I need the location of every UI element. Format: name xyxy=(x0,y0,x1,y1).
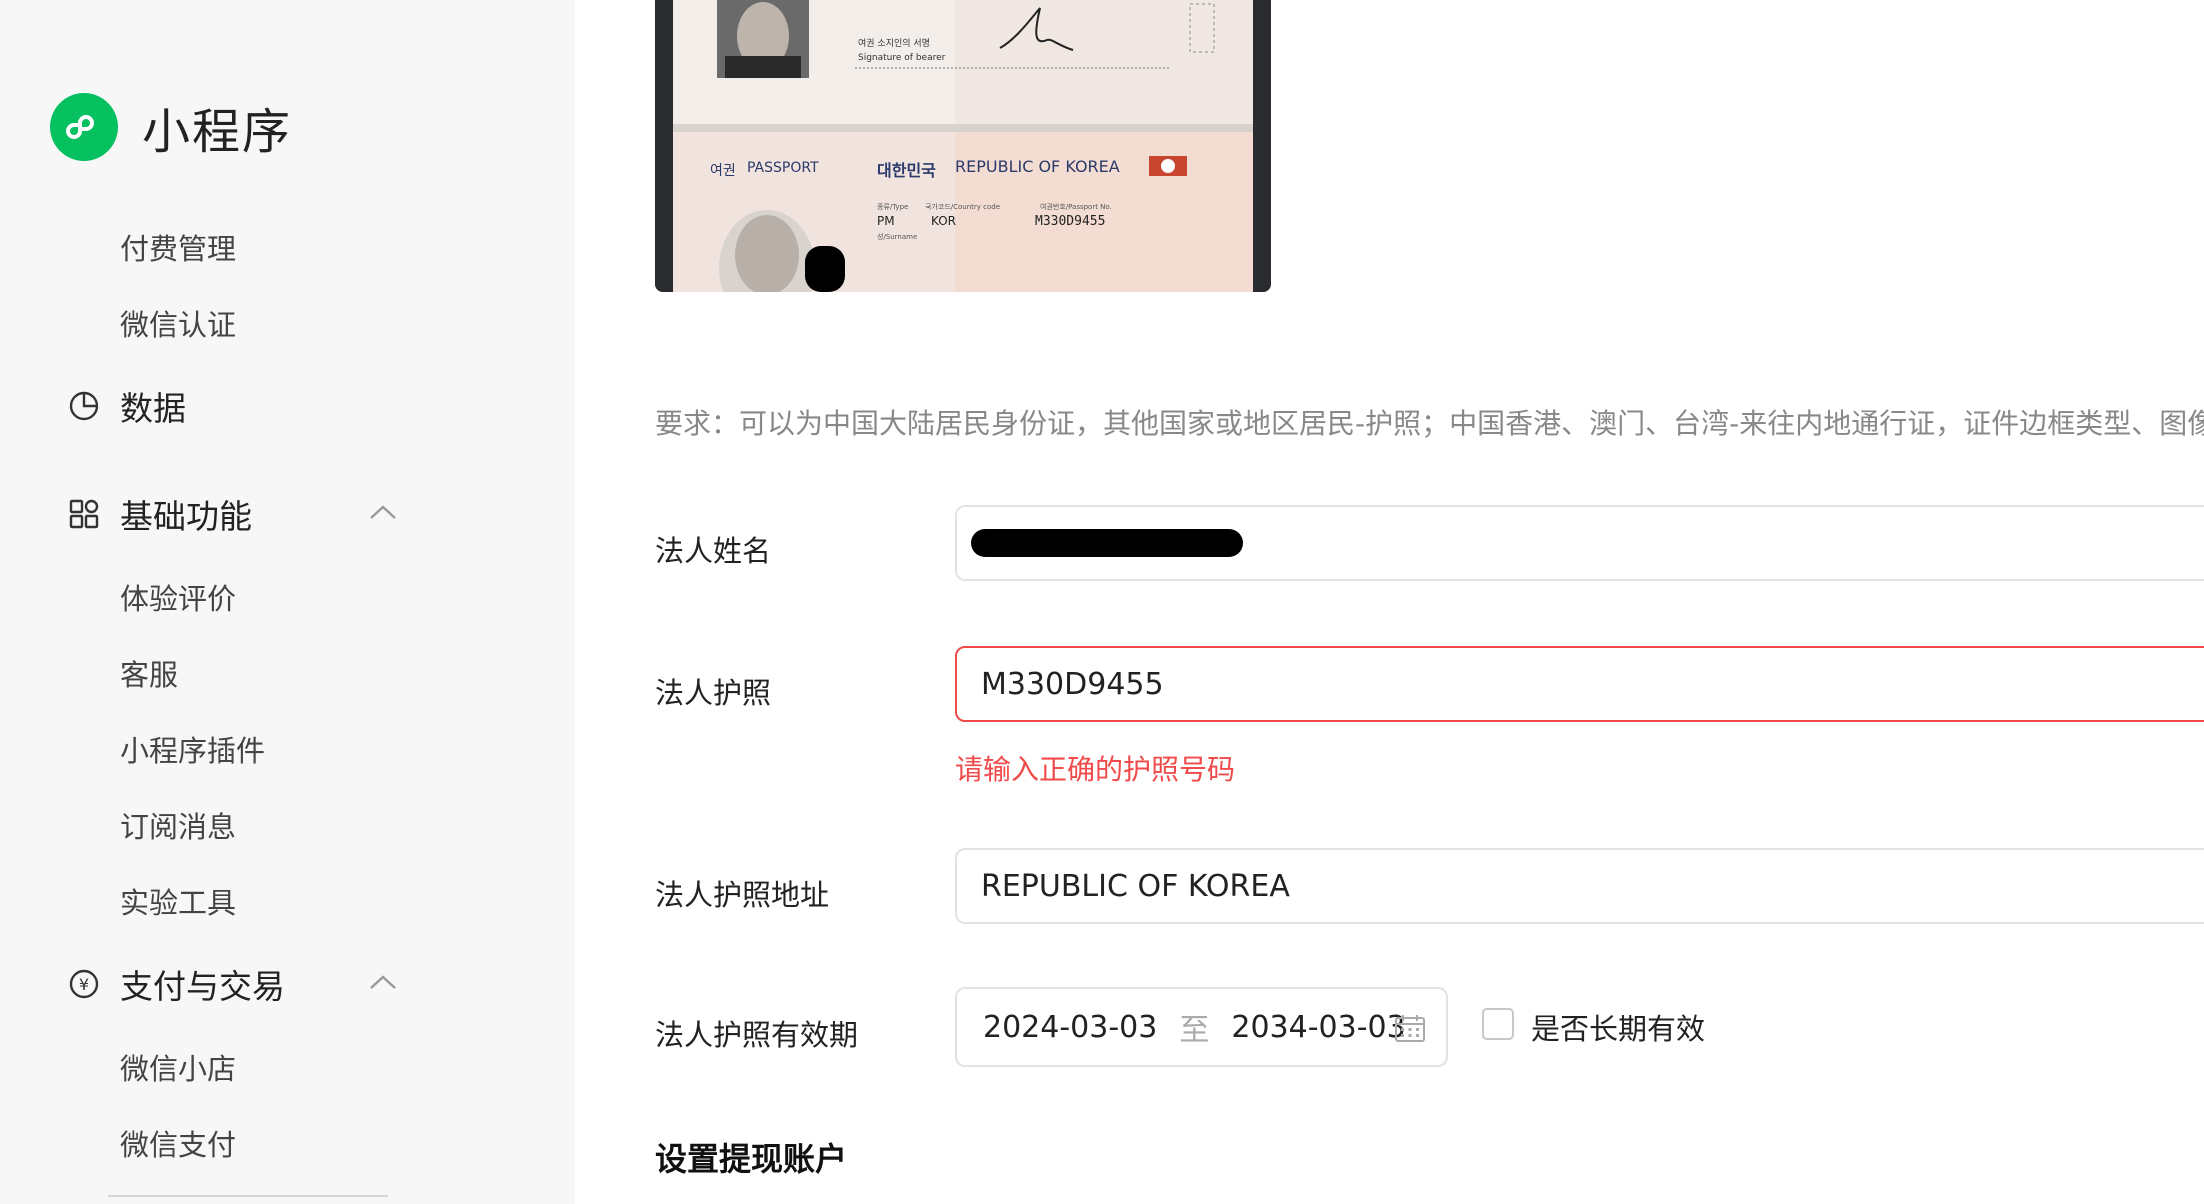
chevron-up-icon[interactable] xyxy=(368,972,398,992)
sidebar-item-wechat-verification[interactable]: 微信认证 xyxy=(120,302,236,344)
requirement-text: 要求：可以为中国大陆居民身份证，其他国家或地区居民-护照；中国香港、澳门、台湾-… xyxy=(655,407,2204,440)
main-content: 여권 소지인의 서명 Signature of bearer 여권 PASSPO… xyxy=(575,0,2204,1204)
passport-address-label: 法人护照地址 xyxy=(655,878,830,912)
sidebar-divider xyxy=(108,1195,388,1197)
sidebar-group-basic-features[interactable]: 基础功能 xyxy=(66,490,252,538)
sidebar-item-paid-management[interactable]: 付费管理 xyxy=(120,226,236,268)
date-end[interactable]: 2034-03-03 xyxy=(1231,1010,1405,1045)
date-separator: 至 xyxy=(1179,1013,1210,1048)
passport-type-value: PM xyxy=(877,214,895,228)
passport-header-en: PASSPORT xyxy=(747,160,819,176)
passport-number-label: 여권번호/Passport No. xyxy=(1040,203,1112,211)
passport-country-en: REPUBLIC OF KOREA xyxy=(955,157,1120,176)
sidebar-item-wechat-shop[interactable]: 微信小店 xyxy=(120,1046,236,1088)
passport-header-kr: 여권 xyxy=(710,163,736,179)
sidebar-item-subscription-messages[interactable]: 订阅消息 xyxy=(120,804,236,846)
long-term-checkbox[interactable] xyxy=(1482,1008,1514,1040)
passport-input[interactable]: M330D9455 xyxy=(955,646,2204,722)
sidebar-item-mini-program-plugin[interactable]: 小程序插件 xyxy=(120,728,265,770)
passport-label: 法人护照 xyxy=(655,676,772,710)
sidebar: 小程序 付费管理 微信认证 数据 基础功能 体验评价 客服 小程序插件 订阅消息… xyxy=(0,0,575,1204)
sidebar-group-label: 基础功能 xyxy=(120,497,252,536)
passport-surname-label: 성/Surname xyxy=(877,233,918,241)
yen-coin-icon: ¥ xyxy=(66,966,102,1002)
redaction-mark xyxy=(971,529,1243,557)
brand[interactable]: 小程序 xyxy=(50,92,292,162)
sidebar-group-payment[interactable]: ¥ 支付与交易 xyxy=(66,960,285,1008)
sidebar-group-label: 数据 xyxy=(120,389,186,428)
passport-signature-label-en: Signature of bearer xyxy=(858,53,946,63)
calendar-icon[interactable] xyxy=(1394,1013,1426,1043)
passport-country-code-label: 국가코드/Country code xyxy=(925,203,1001,211)
passport-type-label: 종류/Type xyxy=(877,203,909,211)
validity-label: 法人护照有效期 xyxy=(655,1018,859,1052)
passport-input-value: M330D9455 xyxy=(981,666,1164,702)
long-term-checkbox-label[interactable]: 是否长期有效 xyxy=(1531,1006,1705,1048)
sidebar-group-label: 支付与交易 xyxy=(120,967,285,1006)
mini-program-logo-icon xyxy=(50,93,118,161)
chevron-up-icon[interactable] xyxy=(368,502,398,522)
passport-country-value: KOR xyxy=(931,214,956,228)
passport-image: 여권 소지인의 서명 Signature of bearer 여권 PASSPO… xyxy=(655,0,1271,292)
passport-error-message: 请输入正确的护照号码 xyxy=(955,753,1236,786)
pie-chart-icon xyxy=(66,388,102,424)
sidebar-item-experience-rating[interactable]: 体验评价 xyxy=(120,576,236,618)
sidebar-item-wechat-pay[interactable]: 微信支付 xyxy=(120,1122,236,1164)
section-title-withdrawal-account: 设置提现账户 xyxy=(655,1140,848,1178)
app-title: 小程序 xyxy=(142,104,293,160)
validity-date-range-picker[interactable]: 2024-03-03 至 2034-03-03 xyxy=(955,987,1448,1067)
grid-apps-icon xyxy=(66,496,102,532)
passport-country-kr: 대한민국 xyxy=(877,161,936,180)
sidebar-item-customer-service[interactable]: 客服 xyxy=(120,652,178,694)
passport-signature-label-kr: 여권 소지인의 서명 xyxy=(858,39,930,49)
date-start[interactable]: 2024-03-03 xyxy=(983,1010,1157,1045)
name-input[interactable] xyxy=(955,505,2204,581)
sidebar-group-data[interactable]: 数据 xyxy=(66,382,186,430)
svg-text:¥: ¥ xyxy=(79,975,89,994)
passport-address-input[interactable]: REPUBLIC OF KOREA xyxy=(955,848,2204,924)
sidebar-item-experiment-tools[interactable]: 实验工具 xyxy=(120,880,236,922)
passport-address-value: REPUBLIC OF KOREA xyxy=(981,868,1290,904)
passport-number-value: M330D9455 xyxy=(1035,214,1106,229)
name-label: 法人姓名 xyxy=(655,534,772,568)
